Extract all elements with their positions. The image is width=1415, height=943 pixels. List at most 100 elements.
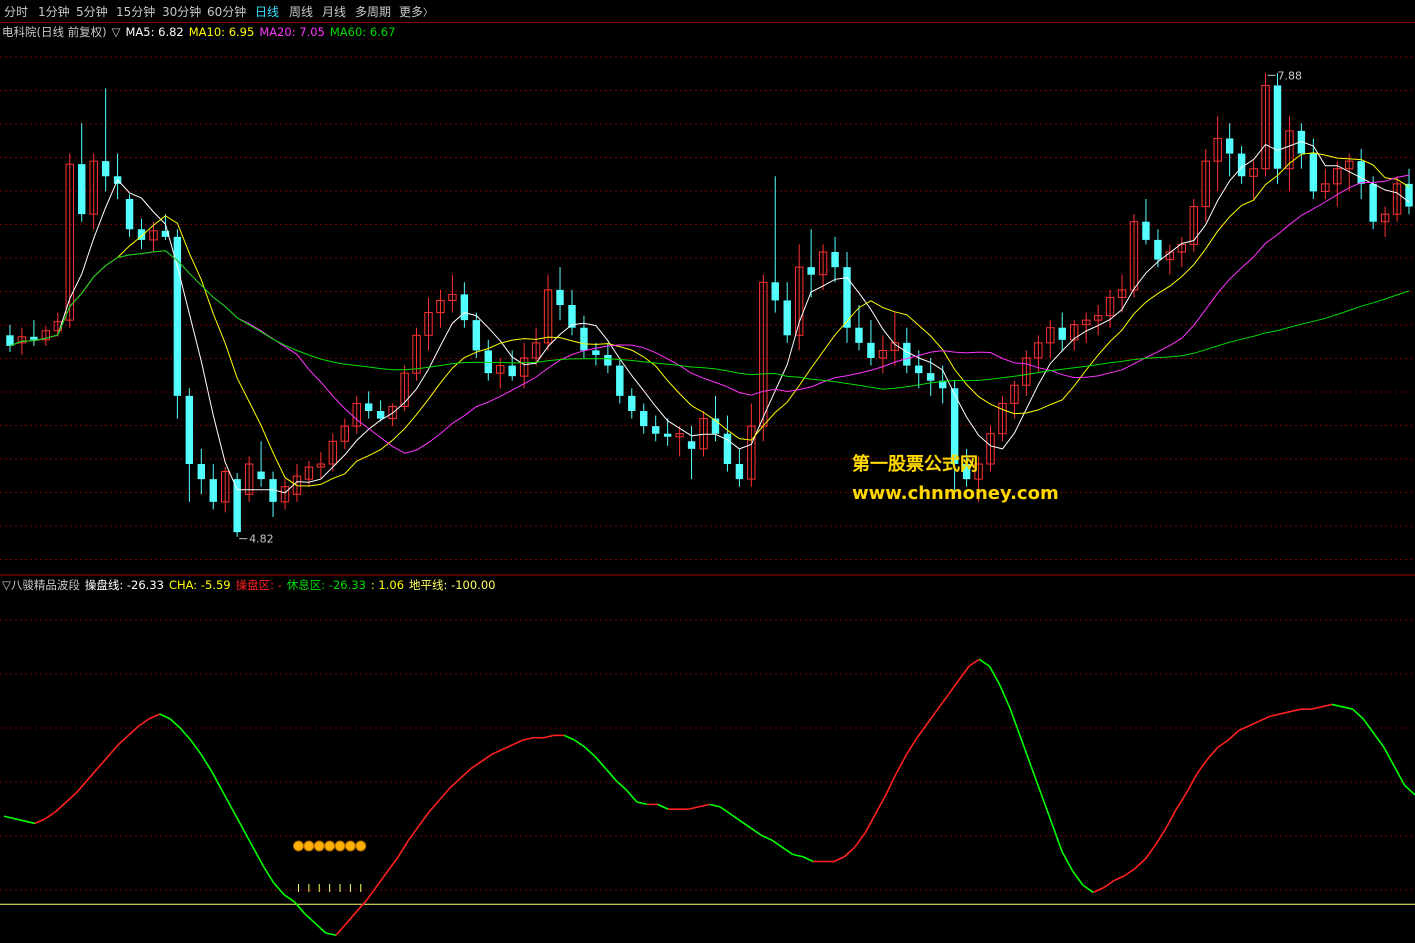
op-line-segment <box>905 737 918 755</box>
candle-body <box>101 161 110 177</box>
op-line-segment <box>428 799 441 813</box>
candle-body <box>1405 183 1413 207</box>
op-line-segment <box>304 913 316 924</box>
money-bag-icon <box>324 840 336 852</box>
op-line-segment <box>1040 794 1053 824</box>
candle-body <box>616 365 624 396</box>
op-line-segment <box>1113 875 1125 882</box>
op-line-segment <box>999 685 1012 710</box>
candle-body <box>472 320 481 351</box>
candle-body <box>6 335 14 346</box>
op-line-segment <box>491 748 503 756</box>
op-line-segment <box>293 901 306 915</box>
candle-body <box>927 373 935 381</box>
op-line-segment <box>252 846 265 867</box>
candle-body <box>1309 153 1318 192</box>
candle-body <box>903 342 911 366</box>
candle-body <box>376 411 385 419</box>
candle-body <box>867 342 875 358</box>
candle-body <box>651 426 660 434</box>
op-line-segment <box>988 665 1001 686</box>
op-line-segment <box>978 658 991 668</box>
candle-body <box>233 479 241 533</box>
op-line-segment <box>1051 823 1064 853</box>
op-line-segment <box>1331 703 1343 708</box>
op-line-segment <box>1206 746 1219 760</box>
op-line-segment <box>459 768 472 779</box>
candle-body <box>556 289 564 305</box>
op-line-segment <box>210 770 223 791</box>
op-line-segment <box>356 899 368 912</box>
ma20-line <box>9 174 1410 454</box>
op-line-segment <box>750 827 762 836</box>
op-line-segment <box>138 718 150 727</box>
op-line-segment <box>698 803 710 808</box>
op-line-segment <box>501 744 513 751</box>
op-line-segment <box>1321 703 1333 708</box>
op-line-segment <box>854 832 866 848</box>
op-line-segment <box>802 855 814 863</box>
ma5-line <box>9 140 1410 494</box>
ma60-line <box>9 250 1410 390</box>
op-line-segment <box>1372 732 1385 748</box>
watermark-site-url: www.chnmoney.com <box>852 483 1059 504</box>
op-line-segment <box>1093 886 1105 894</box>
op-line-segment <box>1279 710 1291 715</box>
op-line-segment <box>874 794 887 815</box>
kline-chart-svg[interactable]: 7.88 4.82 <box>0 0 1415 943</box>
op-line-segment <box>729 813 742 822</box>
op-line-segment <box>740 820 752 829</box>
op-line-segment <box>605 768 617 782</box>
op-line-segment <box>1165 808 1178 829</box>
candle-body <box>30 336 38 340</box>
op-line-segment <box>241 827 254 848</box>
op-line-segment <box>522 736 534 741</box>
op-line-segment <box>107 744 119 758</box>
op-line-segment <box>387 856 399 872</box>
op-line-segment <box>709 803 721 808</box>
op-line-segment <box>1186 773 1198 793</box>
op-line-segment <box>397 839 410 858</box>
op-line-segment <box>792 853 804 858</box>
op-line-segment <box>190 739 202 755</box>
op-line-segment <box>916 723 929 739</box>
op-line-segment <box>937 694 949 710</box>
low-price-label: 4.82 <box>249 533 273 546</box>
op-line-segment <box>719 806 731 815</box>
op-line-segment <box>1124 867 1136 877</box>
op-line-segment <box>1342 706 1353 710</box>
op-line-segment <box>688 805 700 810</box>
candle-body <box>257 471 265 480</box>
candle-body <box>1142 221 1150 240</box>
op-line-segment <box>1103 879 1115 889</box>
op-line-segment <box>127 725 140 736</box>
candle-body <box>1357 161 1365 184</box>
op-line-segment <box>470 760 482 770</box>
op-line-segment <box>262 865 275 884</box>
op-line-segment <box>1290 708 1302 713</box>
candle-body <box>580 327 588 351</box>
money-bag-icon <box>303 840 315 852</box>
op-line-segment <box>843 846 856 858</box>
op-line-segment <box>480 753 493 763</box>
op-line-segment <box>895 754 908 774</box>
op-line-segment <box>1061 851 1074 872</box>
op-line-segment <box>636 801 648 806</box>
op-line-segment <box>418 811 431 827</box>
candle-body <box>807 267 815 275</box>
op-line-segment <box>1175 792 1188 810</box>
money-bag-icon <box>313 840 325 852</box>
op-line-segment <box>86 768 98 782</box>
candle-body <box>640 411 648 427</box>
candle-body <box>197 464 206 480</box>
candle-body <box>484 350 492 374</box>
op-line-segment <box>65 791 78 803</box>
op-line-segment <box>3 815 15 820</box>
op-line-segment <box>1154 827 1167 846</box>
op-line-segment <box>1311 706 1322 710</box>
op-line-segment <box>1269 713 1281 718</box>
op-line-segment <box>1227 730 1240 741</box>
op-line-segment <box>781 846 793 856</box>
op-line-segment <box>1134 858 1146 870</box>
op-line-segment <box>159 713 171 720</box>
